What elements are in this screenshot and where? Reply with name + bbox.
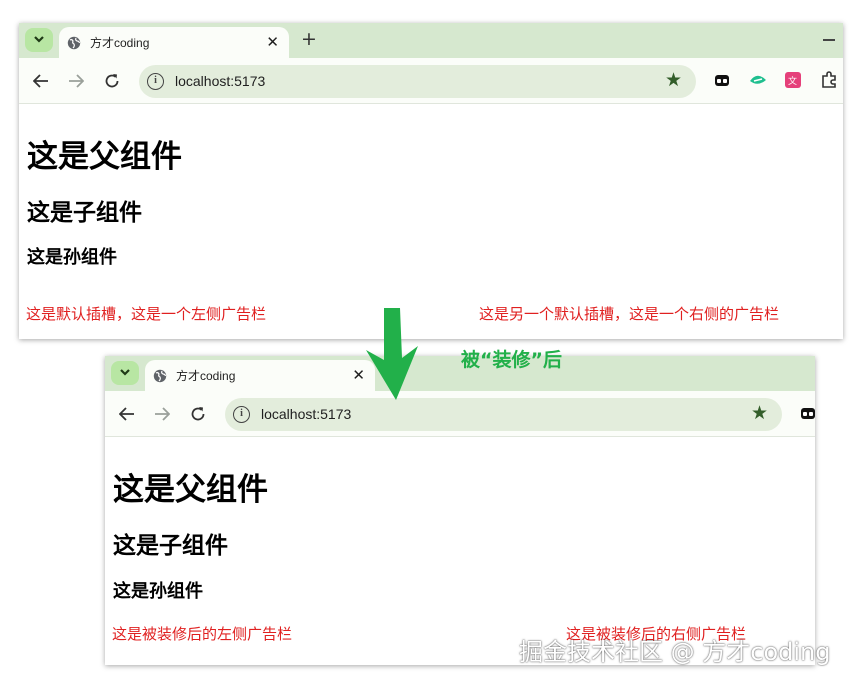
address-bar[interactable]: i localhost:5173 ★: [225, 398, 782, 431]
tab-search-button[interactable]: [25, 28, 53, 52]
back-button[interactable]: [117, 404, 137, 424]
globe-icon: [153, 369, 167, 382]
reload-icon: [191, 407, 205, 421]
chevron-down-icon: [34, 36, 44, 43]
info-icon[interactable]: i: [147, 73, 164, 90]
tab-title: 方才coding: [176, 369, 236, 383]
tab-title: 方才coding: [90, 36, 150, 50]
chevron-down-icon: [120, 369, 130, 376]
browser-tab[interactable]: 方才coding ✕: [145, 360, 375, 391]
reload-icon: [105, 74, 119, 88]
extension-icon-1[interactable]: [798, 403, 815, 423]
forward-button[interactable]: [66, 71, 86, 91]
screenshot-stage: 方才coding ✕ + i localhost:5173 ★ 文 这是父组件 …: [0, 0, 857, 686]
page-content: 这是父组件 这是子组件 这是孙组件 这是默认插槽，这是一个左侧广告栏 这是另一个…: [19, 104, 843, 339]
grandchild-heading: 这是孙组件: [27, 247, 117, 268]
child-heading: 这是子组件: [113, 533, 228, 559]
parent-heading: 这是父组件: [113, 472, 268, 508]
arrow-right-icon: [69, 74, 84, 88]
down-arrow-icon: [362, 306, 422, 402]
info-icon[interactable]: i: [233, 406, 250, 423]
extension-icon-1[interactable]: [712, 70, 732, 90]
reload-button[interactable]: [188, 404, 208, 424]
star-icon[interactable]: ★: [665, 69, 682, 91]
svg-text:文: 文: [788, 75, 797, 87]
arrow-left-icon: [119, 407, 134, 421]
child-heading: 这是子组件: [27, 200, 142, 226]
browser-toolbar: i localhost:5173 ★ 文: [19, 58, 843, 104]
tab-search-button[interactable]: [111, 361, 139, 385]
left-ad-text: 这是被装修后的左侧广告栏: [112, 625, 293, 643]
close-icon[interactable]: ✕: [266, 33, 279, 51]
grandchild-heading: 这是孙组件: [113, 581, 203, 602]
parent-heading: 这是父组件: [27, 139, 182, 175]
extension-icon-3[interactable]: 文: [783, 70, 803, 90]
globe-icon: [67, 36, 81, 49]
left-ad-text: 这是默认插槽，这是一个左侧广告栏: [26, 305, 267, 323]
forward-button[interactable]: [152, 404, 172, 424]
url-text: localhost:5173: [175, 73, 266, 89]
back-button[interactable]: [31, 71, 51, 91]
watermark-text: 掘金技术社区 @ 方才coding: [519, 638, 831, 666]
transform-caption: 被“装修”后: [461, 349, 562, 371]
reload-button[interactable]: [102, 71, 122, 91]
page-content: 这是父组件 这是子组件 这是孙组件 这是被装修后的左侧广告栏 这是被装修后的右侧…: [105, 437, 815, 665]
arrow-left-icon: [33, 74, 48, 88]
star-icon[interactable]: ★: [751, 402, 768, 424]
browser-toolbar: i localhost:5173 ★: [105, 391, 815, 437]
puzzle-icon[interactable]: [819, 70, 839, 90]
arrow-right-icon: [155, 407, 170, 421]
extension-icon-2[interactable]: [748, 70, 768, 90]
url-text: localhost:5173: [261, 406, 352, 422]
plus-icon[interactable]: +: [301, 27, 317, 51]
minimize-icon[interactable]: [823, 39, 835, 41]
tab-strip: 方才coding ✕ +: [19, 23, 843, 58]
browser-window-after: 方才coding ✕ i localhost:5173 ★ 这是父组件 这是子组…: [105, 356, 815, 665]
address-bar[interactable]: i localhost:5173 ★: [139, 65, 696, 98]
browser-window-before: 方才coding ✕ + i localhost:5173 ★ 文 这是父组件 …: [19, 23, 843, 339]
right-ad-text: 这是另一个默认插槽，这是一个右侧的广告栏: [479, 305, 780, 323]
browser-tab[interactable]: 方才coding ✕: [59, 27, 289, 58]
tab-strip: 方才coding ✕: [105, 356, 815, 391]
